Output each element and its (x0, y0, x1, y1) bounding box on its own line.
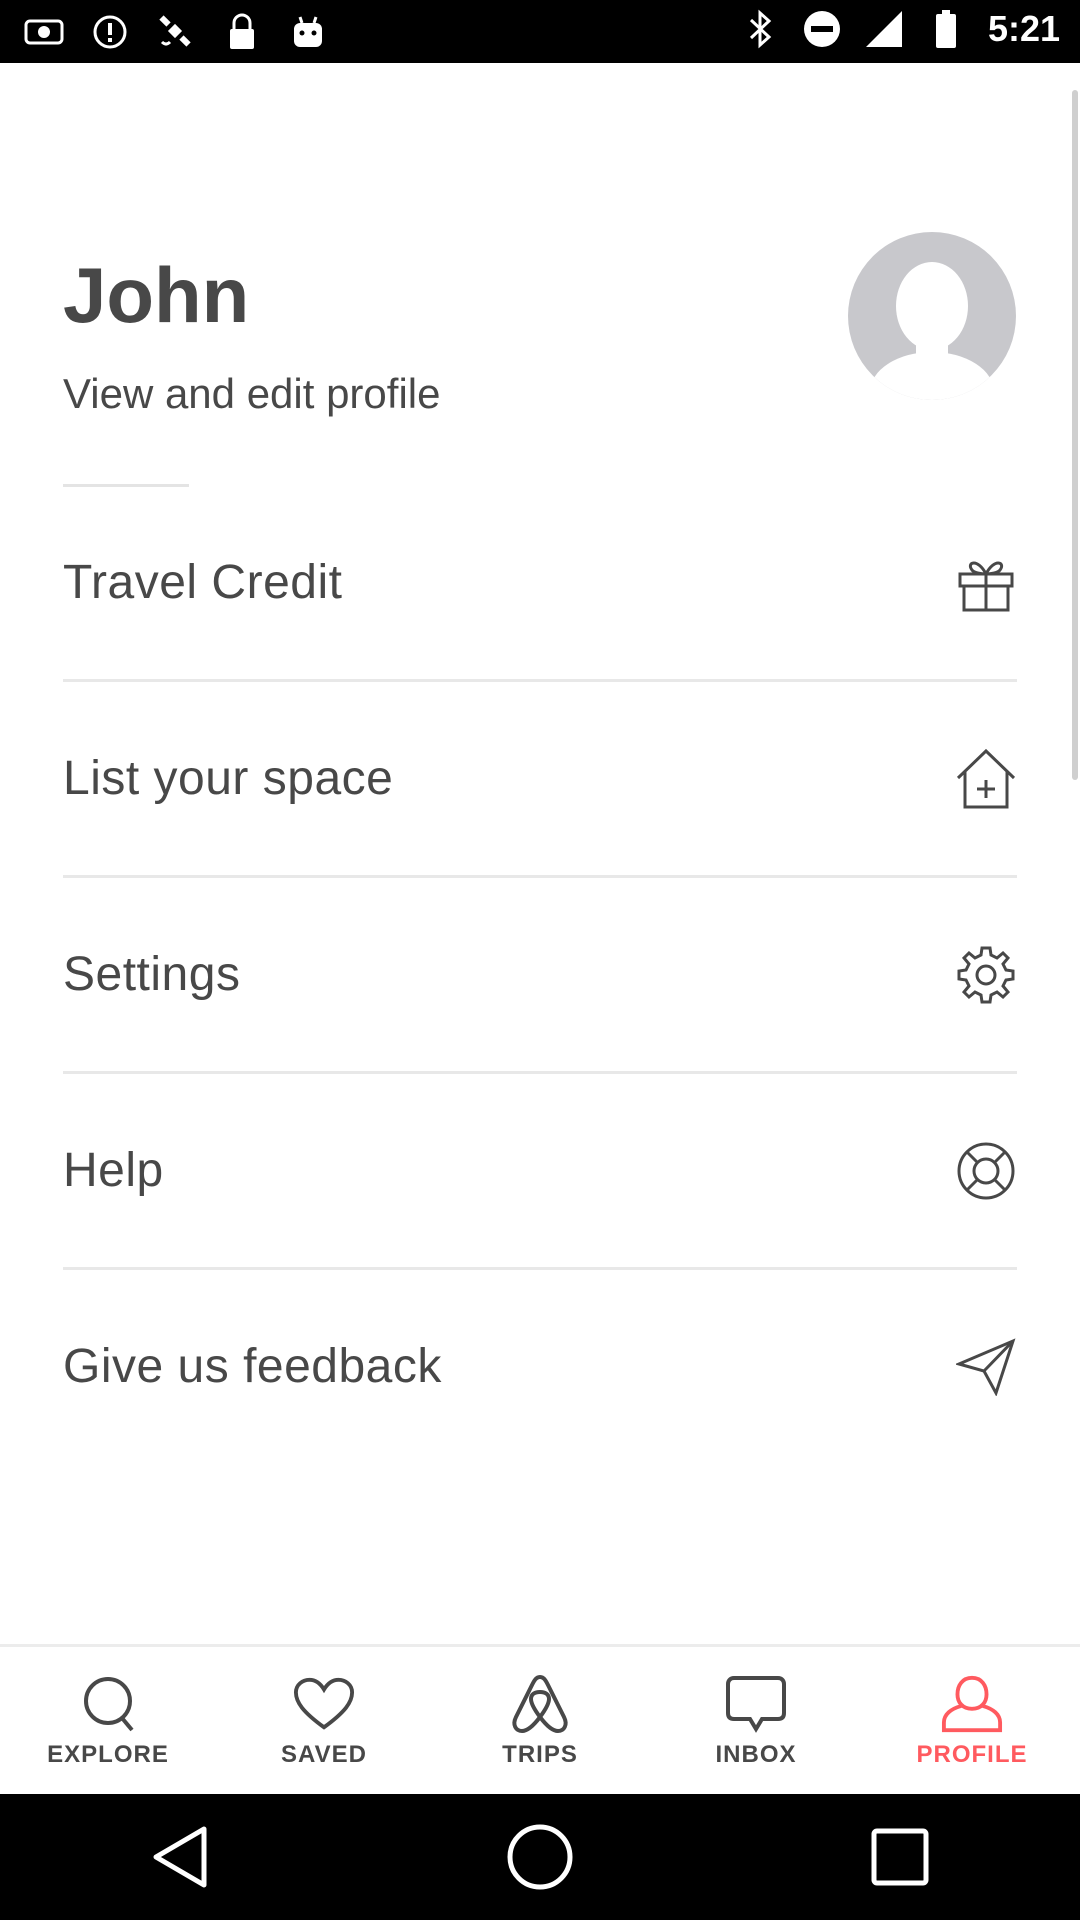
menu-item-settings[interactable]: Settings (63, 878, 1017, 1074)
lock-icon (222, 12, 262, 52)
bluetooth-icon (740, 9, 780, 49)
satellite-icon (156, 12, 196, 52)
chat-bubble-icon (725, 1673, 787, 1735)
clock: 5:21 (987, 8, 1060, 49)
menu-item-label: Travel Credit (63, 556, 343, 609)
alert-icon (90, 12, 130, 52)
nav-saved[interactable]: SAVED (216, 1647, 432, 1797)
person-icon (941, 1673, 1003, 1735)
battery-icon (926, 9, 966, 49)
menu-item-help[interactable]: Help (63, 1074, 1017, 1270)
status-bar: 5:21 (0, 0, 1080, 63)
menu-item-label: Help (63, 1144, 164, 1197)
menu-item-list-your-space[interactable]: List your space (63, 682, 1017, 878)
profile-menu: Travel Credit List your space Settings H… (63, 486, 1017, 1463)
house-plus-icon (955, 748, 1017, 810)
status-right-icons: 5:21 (740, 8, 1060, 50)
status-left-icons (24, 12, 328, 52)
search-icon (77, 1673, 139, 1735)
heart-icon (293, 1673, 355, 1735)
user-avatar-icon[interactable] (848, 232, 1016, 400)
nav-label: SAVED (281, 1741, 367, 1768)
bottom-navigation: EXPLORE SAVED TRIPS INBOX PROFILE (0, 1644, 1080, 1797)
nav-profile[interactable]: PROFILE (864, 1647, 1080, 1797)
home-icon[interactable] (500, 1817, 580, 1897)
nav-label: PROFILE (916, 1741, 1028, 1768)
gift-icon (955, 552, 1017, 614)
profile-name[interactable]: John (63, 250, 249, 341)
nav-explore[interactable]: EXPLORE (0, 1647, 216, 1797)
recents-icon[interactable] (860, 1817, 940, 1897)
do-not-disturb-icon (802, 9, 842, 49)
menu-item-give-feedback[interactable]: Give us feedback (63, 1270, 1017, 1463)
android-icon (288, 12, 328, 52)
menu-item-label: List your space (63, 752, 394, 805)
scrollbar[interactable] (1072, 90, 1078, 780)
signal-icon (864, 9, 904, 49)
nav-label: EXPLORE (47, 1741, 169, 1768)
system-navigation-bar (0, 1794, 1080, 1920)
tv-icon (24, 12, 64, 52)
nav-inbox[interactable]: INBOX (648, 1647, 864, 1797)
nav-trips[interactable]: TRIPS (432, 1647, 648, 1797)
paper-plane-icon (955, 1336, 1017, 1398)
menu-item-travel-credit[interactable]: Travel Credit (63, 486, 1017, 682)
menu-item-label: Give us feedback (63, 1340, 442, 1393)
back-icon[interactable] (140, 1817, 220, 1897)
nav-label: TRIPS (502, 1741, 578, 1768)
menu-item-label: Settings (63, 948, 241, 1001)
view-edit-profile-link[interactable]: View and edit profile (63, 370, 440, 418)
lifebuoy-icon (955, 1140, 1017, 1202)
airbnb-logo-icon (509, 1673, 571, 1735)
gear-icon (955, 944, 1017, 1006)
nav-label: INBOX (715, 1741, 797, 1768)
